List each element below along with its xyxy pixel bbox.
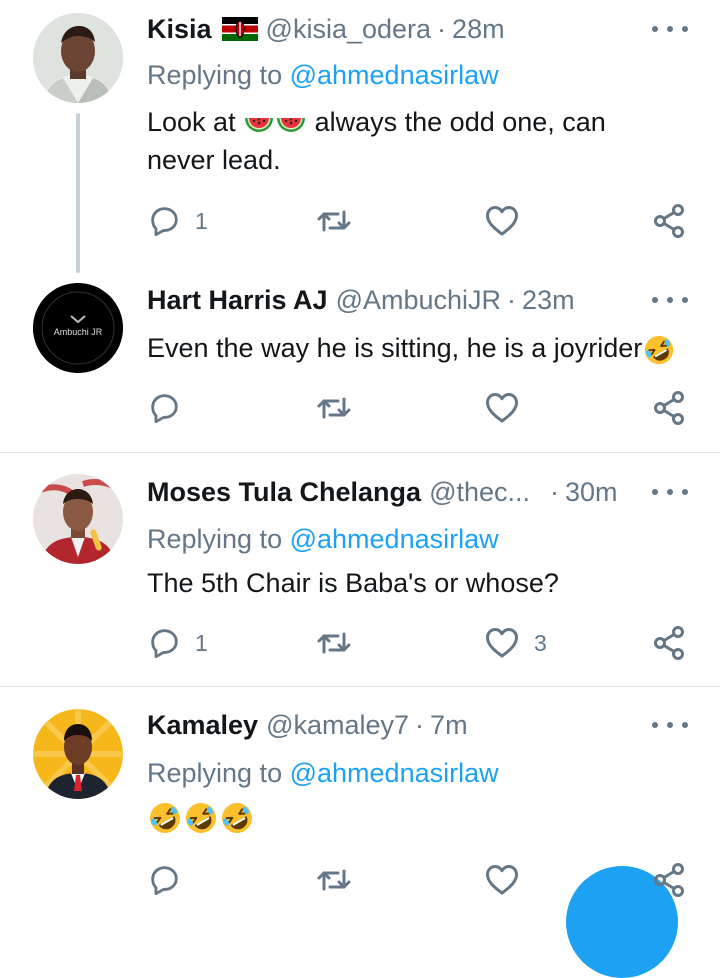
tweet-header: Hart Harris AJ @AmbuchiJR · 23m bbox=[147, 283, 575, 317]
action-bar: 1 bbox=[0, 203, 720, 239]
share-icon bbox=[652, 862, 688, 898]
text-part: never lead. bbox=[147, 145, 281, 175]
heart-icon bbox=[484, 862, 520, 898]
separator-dot: · bbox=[550, 476, 560, 507]
heart-icon bbox=[484, 203, 520, 239]
display-name[interactable]: Kamaley bbox=[147, 710, 258, 741]
retweet-button[interactable] bbox=[316, 390, 352, 426]
share-button[interactable] bbox=[652, 862, 688, 898]
handle[interactable]: @thec... bbox=[429, 477, 530, 508]
kenya-flag-emoji bbox=[221, 17, 258, 41]
retweet-button[interactable] bbox=[316, 862, 352, 898]
reply-icon bbox=[147, 626, 181, 660]
avatar[interactable]: Ambuchi JR bbox=[33, 283, 123, 373]
tweet-2[interactable]: Ambuchi JR Hart Harris AJ @AmbuchiJR · 2… bbox=[0, 270, 720, 452]
text-part: The 5th Chair is Baba's or whose? bbox=[147, 568, 559, 598]
replying-to-prefix: Replying to bbox=[147, 60, 283, 90]
share-button[interactable] bbox=[652, 625, 688, 661]
text-part: Look at bbox=[147, 107, 236, 137]
reply-button[interactable] bbox=[147, 390, 181, 426]
tweet-text: Even the way he is sitting, he is a joyr… bbox=[147, 329, 707, 367]
reply-icon bbox=[147, 391, 181, 425]
replying-to-handle[interactable]: @ahmednasirlaw bbox=[290, 758, 499, 788]
reply-button[interactable] bbox=[147, 862, 181, 898]
share-icon bbox=[652, 625, 688, 661]
tweet-4[interactable]: Kamaley @kamaley7 · 7m Replying to @ahme… bbox=[0, 687, 720, 896]
tweet-1[interactable]: Kisia @kisia_odera · 28m Replying to @ah… bbox=[0, 0, 720, 273]
action-bar: 1 3 bbox=[0, 625, 720, 661]
more-options-icon[interactable] bbox=[652, 484, 688, 500]
separator-dot: · bbox=[437, 13, 447, 44]
tweet-header: Kamaley @kamaley7 · 7m bbox=[147, 708, 468, 742]
retweet-icon bbox=[316, 390, 352, 426]
tweet-header: Moses Tula Chelanga @thec... · 30m bbox=[147, 475, 618, 509]
like-button[interactable]: 3 bbox=[484, 625, 547, 661]
timestamp[interactable]: 30m bbox=[565, 477, 618, 508]
reply-count: 1 bbox=[195, 629, 208, 656]
reply-icon bbox=[147, 863, 181, 897]
replying-to: Replying to @ahmednasirlaw bbox=[147, 524, 499, 555]
more-options-icon[interactable] bbox=[652, 292, 688, 308]
retweet-icon bbox=[316, 862, 352, 898]
like-button[interactable] bbox=[484, 390, 520, 426]
watermelon-emoji bbox=[243, 112, 275, 136]
rolling-on-floor-laughing-emoji bbox=[642, 333, 676, 367]
heart-icon bbox=[484, 390, 520, 426]
reply-button[interactable]: 1 bbox=[147, 203, 208, 239]
more-options-icon[interactable] bbox=[652, 717, 688, 733]
rolling-on-floor-laughing-emoji bbox=[183, 800, 219, 836]
display-name[interactable]: Moses Tula Chelanga bbox=[147, 477, 421, 508]
share-icon bbox=[652, 203, 688, 239]
separator-dot: · bbox=[507, 284, 517, 315]
text-part: always the odd one, can bbox=[314, 107, 606, 137]
replying-to-prefix: Replying to bbox=[147, 524, 283, 554]
replying-to-handle[interactable]: @ahmednasirlaw bbox=[290, 524, 499, 554]
like-button[interactable] bbox=[484, 203, 520, 239]
thread-line bbox=[76, 113, 80, 273]
more-options-icon[interactable] bbox=[652, 21, 688, 37]
tweet-header: Kisia @kisia_odera · 28m bbox=[147, 12, 505, 46]
handle[interactable]: @AmbuchiJR bbox=[336, 285, 501, 316]
avatar[interactable] bbox=[33, 709, 123, 799]
reply-count: 1 bbox=[195, 207, 208, 234]
rolling-on-floor-laughing-emoji bbox=[219, 800, 255, 836]
replying-to-prefix: Replying to bbox=[147, 758, 283, 788]
retweet-icon bbox=[316, 203, 352, 239]
retweet-button[interactable] bbox=[316, 625, 352, 661]
replying-to-handle[interactable]: @ahmednasirlaw bbox=[290, 60, 499, 90]
avatar[interactable] bbox=[33, 13, 123, 103]
rolling-on-floor-laughing-emoji bbox=[147, 800, 183, 836]
handle[interactable]: @kamaley7 bbox=[266, 710, 409, 741]
replying-to: Replying to @ahmednasirlaw bbox=[147, 758, 499, 789]
watermelon-emoji bbox=[275, 112, 307, 136]
action-bar bbox=[0, 390, 720, 426]
tweet-text: The 5th Chair is Baba's or whose? bbox=[147, 564, 692, 602]
tweet-text bbox=[147, 797, 692, 836]
display-name[interactable]: Kisia bbox=[147, 14, 212, 45]
like-button[interactable] bbox=[484, 862, 520, 898]
text-part: Even the way he is sitting, he is a joyr… bbox=[147, 333, 643, 363]
share-icon bbox=[652, 390, 688, 426]
share-button[interactable] bbox=[652, 390, 688, 426]
retweet-icon bbox=[316, 625, 352, 661]
like-count: 3 bbox=[534, 629, 547, 656]
timestamp[interactable]: 28m bbox=[452, 14, 505, 45]
heart-icon bbox=[484, 625, 520, 661]
reply-button[interactable]: 1 bbox=[147, 625, 208, 661]
replying-to: Replying to @ahmednasirlaw bbox=[147, 60, 499, 91]
reply-icon bbox=[147, 204, 181, 238]
avatar[interactable] bbox=[33, 474, 123, 564]
retweet-button[interactable] bbox=[316, 203, 352, 239]
display-name[interactable]: Hart Harris AJ bbox=[147, 285, 328, 316]
timestamp[interactable]: 23m bbox=[522, 285, 575, 316]
tweet-3[interactable]: Moses Tula Chelanga @thec... · 30m Reply… bbox=[0, 453, 720, 686]
tweet-text: Look at always the odd one, can never le… bbox=[147, 103, 692, 179]
timestamp[interactable]: 7m bbox=[430, 710, 468, 741]
share-button[interactable] bbox=[652, 203, 688, 239]
separator-dot: · bbox=[415, 709, 425, 740]
avatar-text: Ambuchi JR bbox=[54, 327, 103, 337]
handle[interactable]: @kisia_odera bbox=[266, 14, 432, 45]
